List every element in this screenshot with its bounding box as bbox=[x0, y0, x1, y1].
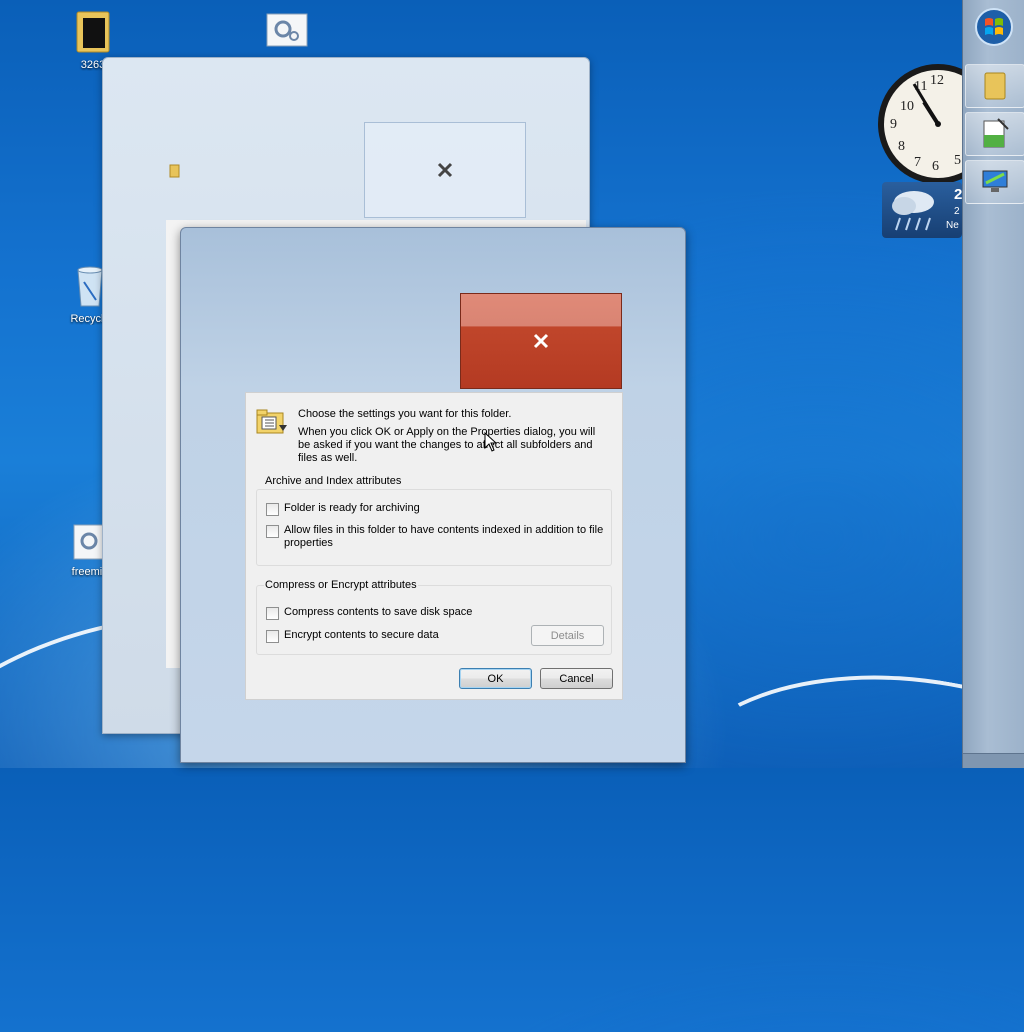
compress-encrypt-group-label: Compress or Encrypt attributes bbox=[264, 579, 418, 591]
encrypt-option[interactable]: Encrypt contents to secure data bbox=[266, 629, 439, 643]
compress-option[interactable]: Compress contents to save disk space bbox=[266, 606, 472, 620]
weather-range: 2 bbox=[954, 206, 960, 217]
archive-index-group-label: Archive and Index attributes bbox=[264, 475, 403, 487]
allow-indexing-option[interactable]: Allow files in this folder to have conte… bbox=[266, 524, 606, 550]
ready-for-archiving-option[interactable]: Folder is ready for archiving bbox=[266, 502, 420, 516]
monitor-icon bbox=[982, 170, 1008, 192]
show-desktop-button[interactable] bbox=[963, 753, 1024, 768]
folder-icon bbox=[76, 11, 110, 53]
close-icon bbox=[437, 162, 453, 178]
gear-icon bbox=[266, 13, 308, 47]
dialog-intro-text: When you click OK or Apply on the Proper… bbox=[298, 426, 596, 464]
rain-cloud-icon bbox=[892, 191, 934, 231]
folder-icon bbox=[984, 72, 1006, 100]
close-icon bbox=[533, 333, 549, 349]
start-button[interactable] bbox=[965, 6, 1023, 48]
compress-checkbox[interactable] bbox=[266, 607, 279, 620]
notepad-icon bbox=[983, 118, 1009, 148]
taskbar-explorer-button[interactable] bbox=[965, 64, 1024, 108]
clock-gadget[interactable]: 10 11 12 9 8 7 6 5 bbox=[874, 60, 964, 188]
dialog-intro-title: Choose the settings you want for this fo… bbox=[298, 408, 512, 420]
advanced-attributes-dialog: Choose the settings you want for this fo… bbox=[245, 392, 623, 700]
svg-text:12: 12 bbox=[930, 73, 944, 88]
taskbar-notepad-button[interactable] bbox=[965, 112, 1024, 156]
svg-text:7: 7 bbox=[914, 155, 921, 170]
close-button[interactable] bbox=[460, 293, 622, 389]
svg-text:10: 10 bbox=[900, 99, 914, 114]
allow-indexing-label: Allow files in this folder to have conte… bbox=[284, 524, 604, 549]
weather-gadget[interactable]: 2 2 Ne bbox=[882, 182, 962, 238]
ready-for-archiving-checkbox[interactable] bbox=[266, 503, 279, 516]
folder-settings-icon bbox=[256, 409, 287, 434]
encrypt-checkbox[interactable] bbox=[266, 630, 279, 643]
allow-indexing-checkbox[interactable] bbox=[266, 525, 279, 538]
desktop-icon-settings[interactable] bbox=[252, 12, 322, 51]
svg-text:5: 5 bbox=[954, 153, 961, 168]
weather-location: Ne bbox=[946, 220, 959, 231]
taskbar-remote-desktop-button[interactable] bbox=[965, 160, 1024, 204]
ok-button[interactable]: OK bbox=[459, 668, 532, 689]
mouse-cursor bbox=[484, 432, 498, 452]
compress-label: Compress contents to save disk space bbox=[284, 606, 473, 618]
svg-text:8: 8 bbox=[898, 139, 905, 154]
encrypt-label: Encrypt contents to secure data bbox=[284, 629, 439, 641]
details-button[interactable]: Details bbox=[531, 625, 604, 646]
svg-text:6: 6 bbox=[932, 159, 939, 174]
folder-icon bbox=[169, 164, 180, 178]
svg-text:9: 9 bbox=[890, 117, 897, 132]
windows-logo-icon bbox=[975, 8, 1013, 46]
cancel-button[interactable]: Cancel bbox=[540, 668, 613, 689]
close-button[interactable] bbox=[364, 122, 526, 218]
ready-for-archiving-label: Folder is ready for archiving bbox=[284, 502, 420, 514]
taskbar bbox=[962, 0, 1024, 768]
